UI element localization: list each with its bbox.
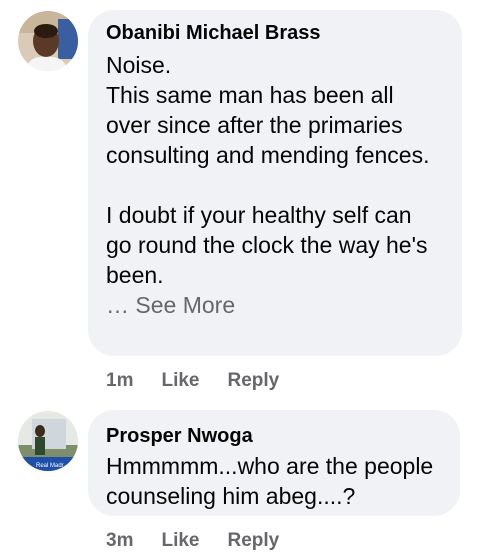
comment-text: Hmmmmm...who are the people counseling h…: [106, 453, 434, 509]
user-photo-icon: Real Madr: [18, 411, 78, 471]
comment-author[interactable]: Prosper Nwoga: [106, 423, 440, 449]
like-button[interactable]: Like: [161, 529, 199, 553]
comment-actions: 3m Like Reply: [106, 529, 307, 553]
reply-button[interactable]: Reply: [228, 529, 280, 553]
see-more-link[interactable]: … See More: [106, 290, 442, 320]
comment-actions: 1m Like Reply: [106, 369, 307, 393]
comment-timestamp[interactable]: 1m: [106, 369, 133, 393]
avatar[interactable]: Real Madr: [18, 411, 78, 471]
comment-timestamp[interactable]: 3m: [106, 529, 133, 553]
user-photo-icon: [18, 11, 78, 71]
comment-bubble: Obanibi Michael Brass Noise. This same m…: [88, 10, 462, 356]
comment-author[interactable]: Obanibi Michael Brass: [106, 20, 442, 46]
avatar-caption: Real Madr: [36, 463, 64, 469]
reply-button[interactable]: Reply: [228, 369, 280, 393]
like-button[interactable]: Like: [161, 369, 199, 393]
avatar[interactable]: [18, 11, 78, 71]
comment-bubble: Prosper Nwoga Hmmmmm...who are the peopl…: [88, 410, 460, 516]
comment-text: Noise. This same man has been all over s…: [106, 52, 430, 288]
